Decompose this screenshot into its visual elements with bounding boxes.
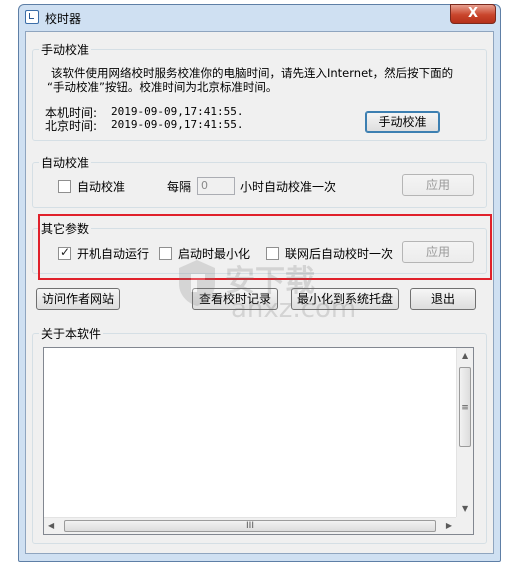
annotation-highlight-box bbox=[38, 214, 492, 280]
auto-calibrate-checkbox[interactable] bbox=[58, 180, 71, 193]
minimize-to-tray-button[interactable]: 最小化到系统托盘 bbox=[291, 288, 399, 310]
clock-app-icon bbox=[25, 10, 39, 24]
close-button[interactable]: X bbox=[450, 4, 496, 24]
vertical-scrollbar[interactable]: ▲ ≡ ▼ bbox=[456, 348, 473, 517]
client-area: 手动校准 该软件使用网络校时服务校准你的电脑时间，请先连入Internet，然后… bbox=[25, 31, 494, 554]
scroll-down-icon[interactable]: ▼ bbox=[462, 505, 468, 513]
beijing-time-label: 北京时间: bbox=[45, 119, 98, 133]
visit-author-site-button[interactable]: 访问作者网站 bbox=[36, 288, 120, 310]
about-text-area[interactable]: ▲ ≡ ▼ ◀ III ▶ bbox=[43, 347, 474, 535]
scrollbar-corner bbox=[456, 517, 473, 534]
vertical-scroll-thumb[interactable]: ≡ bbox=[459, 367, 471, 447]
interval-hours-input[interactable]: 0 bbox=[197, 177, 235, 195]
auto-apply-button[interactable]: 应用 bbox=[402, 174, 474, 196]
exit-button[interactable]: 退出 bbox=[410, 288, 476, 310]
interval-suffix: 小时自动校准一次 bbox=[240, 180, 337, 194]
interval-prefix: 每隔 bbox=[167, 180, 192, 194]
close-icon: X bbox=[467, 6, 479, 21]
scroll-up-icon[interactable]: ▲ bbox=[462, 352, 468, 360]
window-title: 校时器 bbox=[45, 12, 82, 26]
scroll-left-icon[interactable]: ◀ bbox=[48, 522, 54, 530]
auto-calibrate-label: 自动校准 bbox=[77, 180, 126, 194]
manual-calibration-group: 手动校准 该软件使用网络校时服务校准你的电脑时间，请先连入Internet，然后… bbox=[32, 41, 487, 141]
manual-group-legend: 手动校准 bbox=[39, 41, 92, 58]
auto-group-legend: 自动校准 bbox=[39, 154, 92, 171]
manual-description-line2: “手动校准”按钮。校准时间为北京标准时间。 bbox=[47, 80, 278, 94]
horizontal-scrollbar[interactable]: ◀ III ▶ bbox=[44, 517, 456, 534]
about-group-legend: 关于本软件 bbox=[39, 325, 104, 342]
app-window: 校时器 X 手动校准 该软件使用网络校时服务校准你的电脑时间，请先连入Inter… bbox=[18, 4, 501, 562]
manual-calibrate-button[interactable]: 手动校准 bbox=[365, 111, 440, 133]
title-bar[interactable]: 校时器 X bbox=[19, 4, 500, 31]
auto-calibration-group: 自动校准 自动校准 每隔 0 小时自动校准一次 应用 bbox=[32, 154, 487, 208]
local-time-value: 2019-09-09,17:41:55. bbox=[111, 105, 244, 118]
scroll-right-icon[interactable]: ▶ bbox=[446, 522, 452, 530]
horizontal-scroll-thumb[interactable]: III bbox=[64, 520, 436, 532]
beijing-time-value: 2019-09-09,17:41:55. bbox=[111, 118, 244, 131]
view-sync-log-button[interactable]: 查看校时记录 bbox=[192, 288, 278, 310]
